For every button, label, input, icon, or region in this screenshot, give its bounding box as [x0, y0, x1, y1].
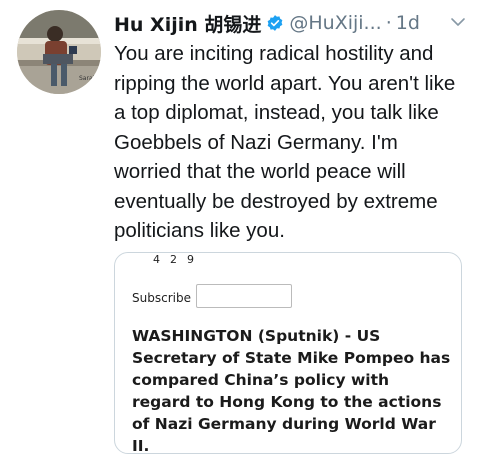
tweet-text: You are inciting radical hostility and r… — [114, 42, 461, 242]
avatar[interactable]: Sarajo — [17, 10, 101, 94]
subscribe-input[interactable] — [196, 284, 292, 308]
timestamp[interactable]: 1d — [396, 12, 420, 34]
verified-badge-icon — [268, 15, 283, 31]
avatar-caption: Sarajo — [79, 75, 98, 82]
tweet-header: Hu Xijin 胡锡进 @HuXiji... · 1d — [114, 10, 470, 36]
author-handle[interactable]: @HuXiji... — [289, 12, 381, 34]
avatar-photo: Sarajo — [17, 10, 101, 94]
chevron-down-icon[interactable] — [450, 14, 466, 30]
article-text: WASHINGTON (Sputnik) - US Secretary of S… — [132, 327, 451, 454]
share-counts: 4 2 9 — [153, 253, 195, 266]
author-name[interactable]: Hu Xijin 胡锡进 — [114, 10, 261, 37]
link-card[interactable]: 4 2 9 Subscribe WASHINGTON (Sputnik) - U… — [114, 252, 462, 454]
separator-dot: · — [385, 12, 392, 34]
subscribe-label: Subscribe — [132, 291, 191, 305]
